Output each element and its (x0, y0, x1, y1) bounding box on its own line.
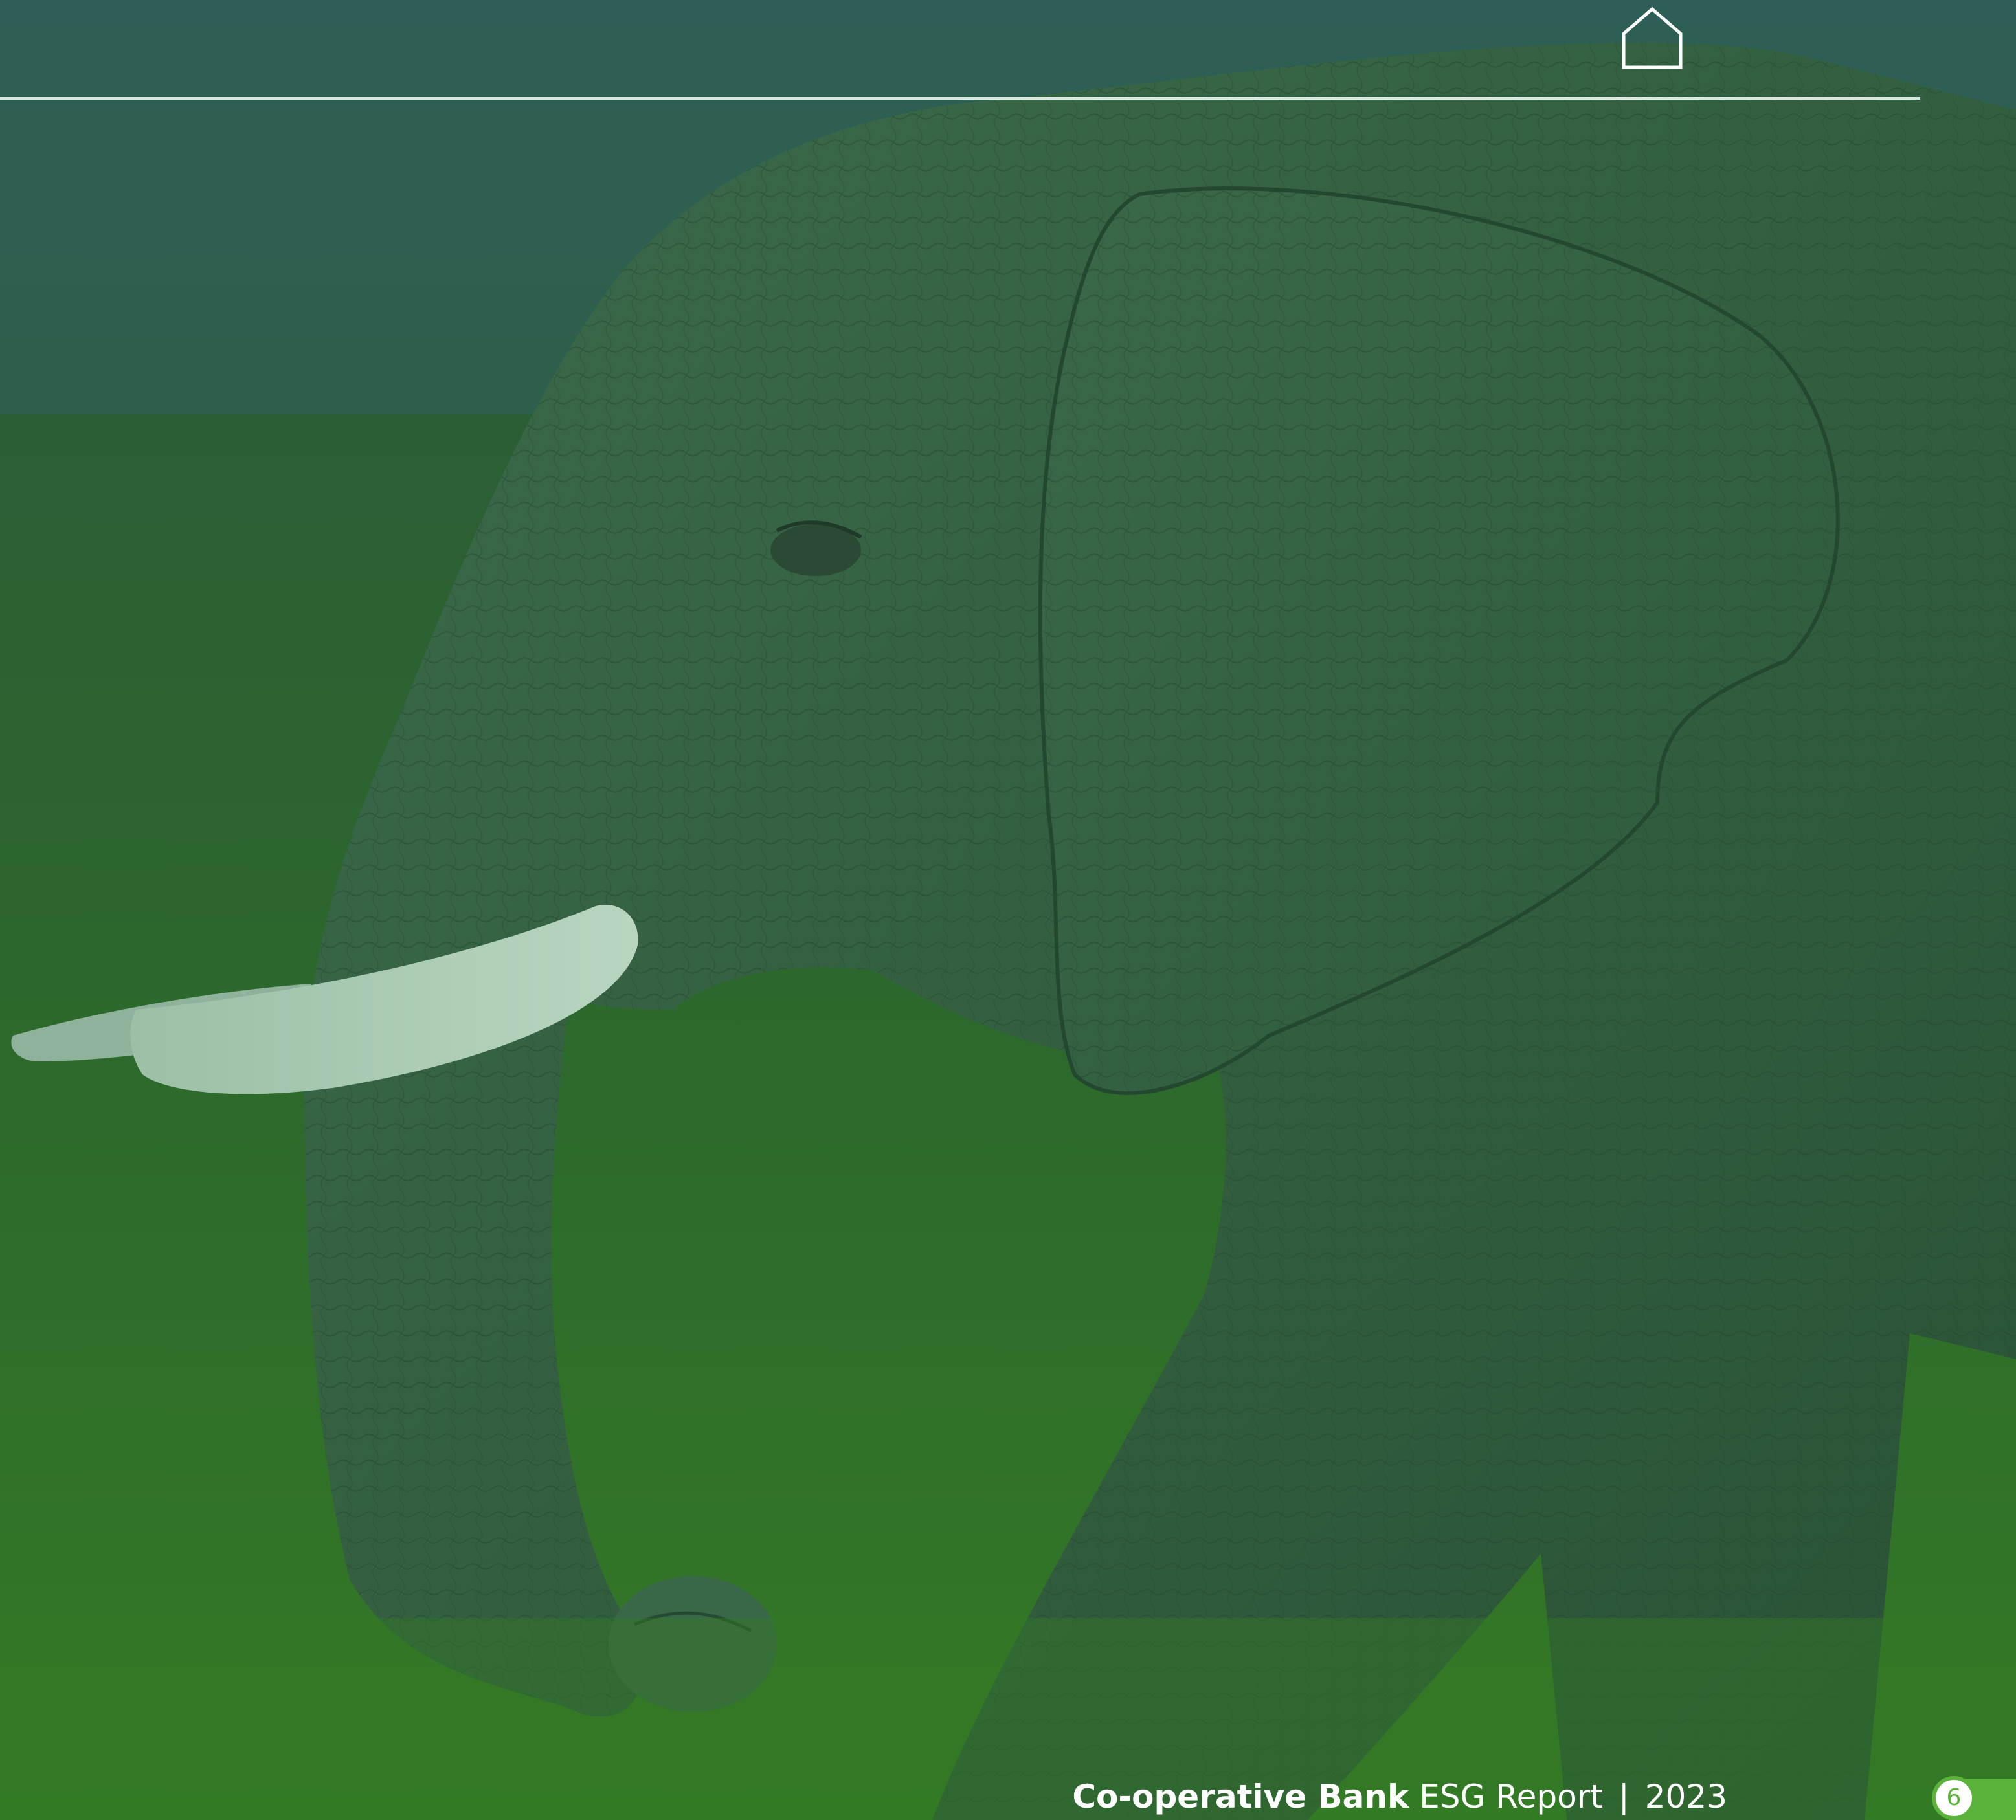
page-number: 6 (1932, 1776, 1976, 1820)
footer-report-name: ESG Report (1419, 1778, 1603, 1815)
footer-year: 2023 (1644, 1778, 1727, 1815)
report-page: Co-operative Bank ESG Report | 2023 6 (0, 0, 2016, 1820)
home-button[interactable] (1618, 5, 1686, 70)
header-divider (0, 97, 1920, 100)
elephant-photo (0, 0, 2016, 1820)
home-icon (1622, 6, 1683, 69)
footer-separator: | (1618, 1778, 1630, 1815)
footer-brand: Co-operative Bank (1072, 1778, 1409, 1815)
footer-title: Co-operative Bank ESG Report | 2023 (1072, 1770, 1727, 1820)
